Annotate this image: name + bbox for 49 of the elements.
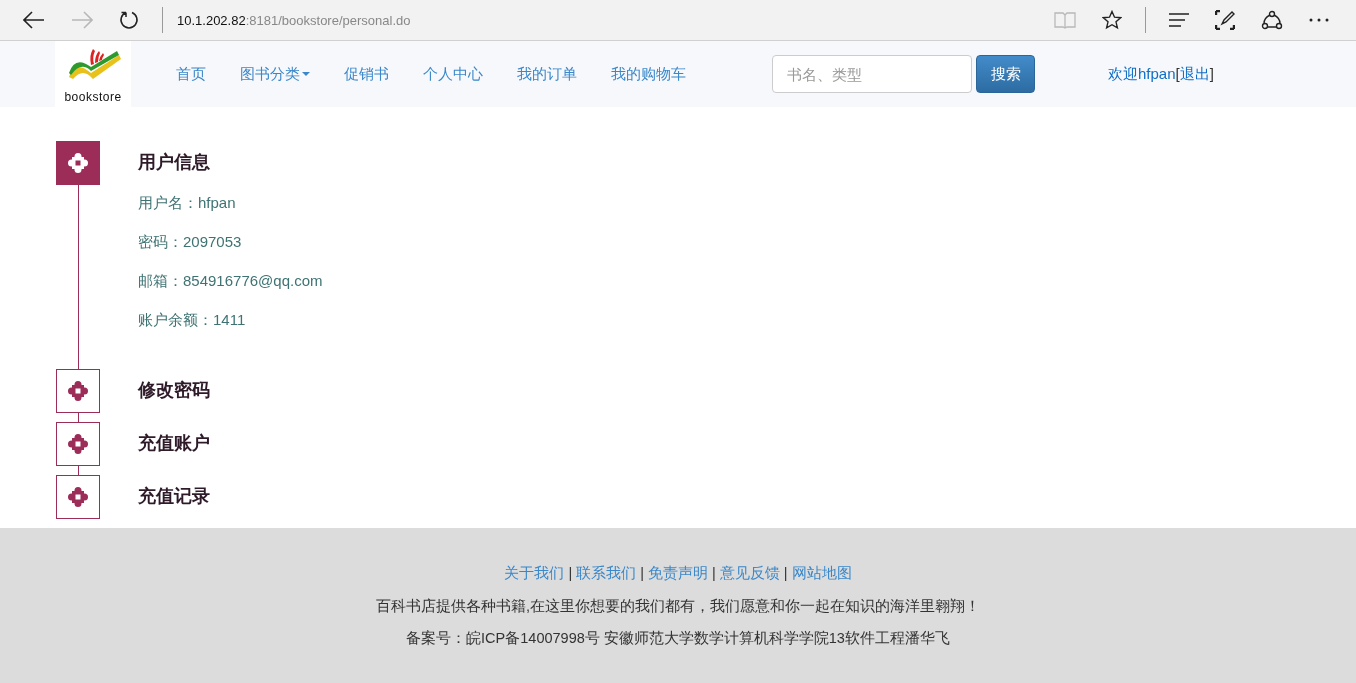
section-title[interactable]: 充值账户 [138, 422, 210, 466]
back-icon[interactable] [23, 11, 45, 29]
refresh-icon[interactable] [119, 10, 139, 30]
share-icon[interactable] [1261, 10, 1283, 30]
bracket: ] [1209, 64, 1214, 84]
nav-link[interactable]: 我的购物车 [594, 64, 703, 84]
info-line: 用户名：hfpan [138, 193, 237, 213]
section-toggle[interactable] [56, 475, 100, 519]
section-toggle[interactable] [56, 422, 100, 466]
bracket: [ [1175, 64, 1180, 84]
cross-diamond-icon [68, 487, 88, 507]
footer-link[interactable]: 意见反馈 [719, 563, 780, 583]
cross-diamond-icon [68, 381, 88, 401]
record-text: 备案号：皖ICP备14007998号 安徽师范大学数学计算机科学学院13软件工程潘华飞 [406, 629, 950, 648]
cross-diamond-icon [68, 153, 88, 173]
separator: | [568, 565, 573, 581]
info-line: 邮箱：854916776@qq.com [138, 271, 323, 291]
info-line: 账户余额：1411 [138, 310, 247, 330]
footer-link[interactable]: 网站地图 [791, 563, 852, 583]
nav-link[interactable]: 个人中心 [406, 64, 500, 84]
star-icon[interactable] [1102, 10, 1122, 30]
section-toggle[interactable] [56, 141, 100, 185]
footer-link[interactable]: 联系我们 [576, 563, 637, 583]
logout-link[interactable]: 退出 [1179, 64, 1210, 84]
nav-link[interactable]: 首页 [159, 64, 223, 84]
cross-diamond-icon [68, 434, 88, 454]
pen-note-icon[interactable] [1215, 10, 1235, 30]
nav-link[interactable]: 促销书 [327, 64, 406, 84]
logo-text: bookstore [64, 91, 122, 103]
footer-link[interactable]: 免责声明 [648, 563, 708, 583]
section-title[interactable]: 充值记录 [138, 475, 210, 519]
info-line: 密码：2097053 [138, 232, 243, 252]
section-title[interactable]: 修改密码 [138, 369, 210, 413]
caret-icon [302, 72, 310, 76]
separator: | [712, 565, 716, 581]
separator: | [783, 565, 788, 581]
section-toggle[interactable] [56, 369, 100, 413]
more-icon[interactable] [1309, 18, 1329, 22]
bookstore-logo[interactable]: bookstore [55, 41, 131, 107]
slogan-text: 百科书店提供各种书籍,在这里你想要的我们都有，我们愿意和你一起在知识的海洋里翱翔！ [376, 597, 980, 616]
nav-link[interactable]: 图书分类 [223, 64, 327, 84]
search-field[interactable]: 书名、类型 [772, 55, 972, 93]
section-title[interactable]: 用户信息 [138, 141, 323, 185]
welcome-text: 欢迎hfpan [1108, 64, 1176, 84]
search-button[interactable]: 搜索 [976, 55, 1035, 93]
nav-link[interactable]: 我的订单 [500, 64, 594, 84]
separator: | [640, 565, 644, 581]
address-field[interactable]: 10.1.202.82:8181/bookstore/personal.do [173, 12, 1041, 28]
footer-link[interactable]: 关于我们 [504, 563, 565, 583]
